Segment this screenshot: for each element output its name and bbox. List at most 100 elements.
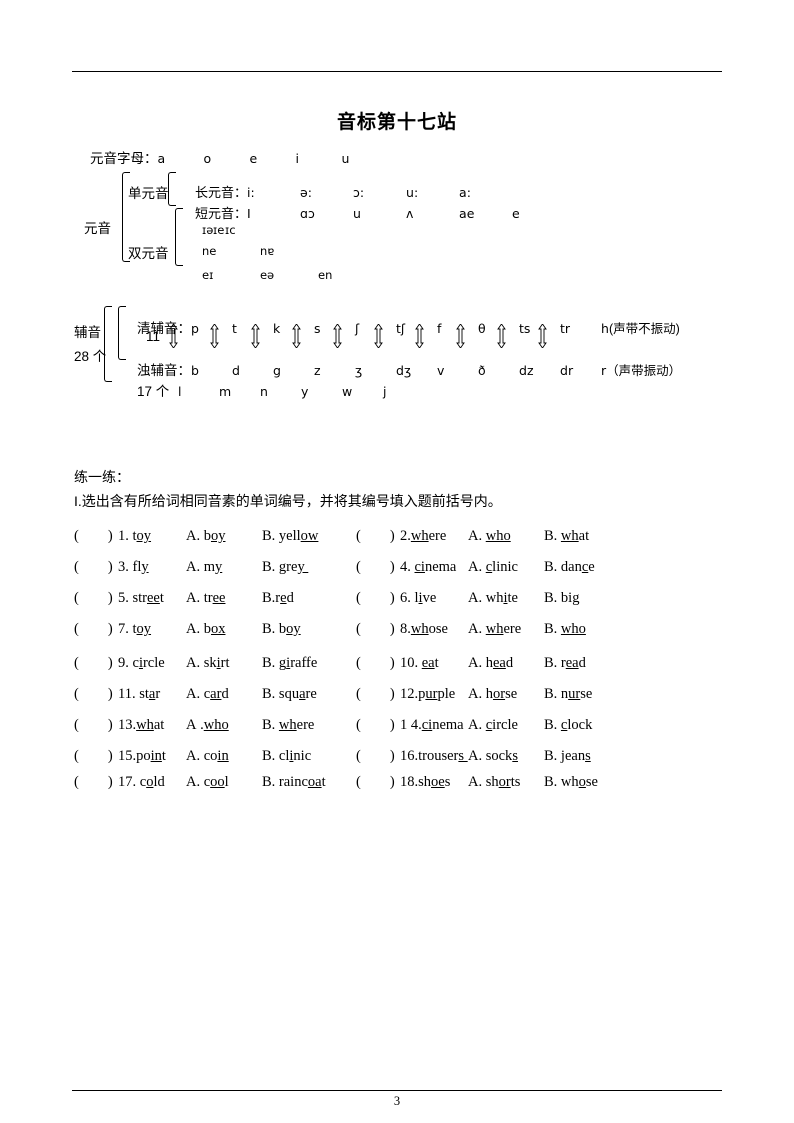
nasal-liquid-4: y [301, 383, 309, 399]
answer-blank[interactable]: ( ) [356, 559, 400, 576]
pair-arrow-6 [374, 324, 383, 348]
option-b[interactable]: B. jeans [544, 748, 591, 765]
option-b[interactable]: B. giraffe [262, 655, 317, 672]
nasal-liquid-row: 17 个 l m n y w j [122, 371, 424, 412]
pair-arrow-10 [538, 324, 547, 348]
diphthong-3-3: uə [317, 269, 333, 283]
voiceless-note: (声带不振动) [608, 321, 680, 336]
option-a[interactable]: A. horse [468, 686, 544, 703]
option-b[interactable]: B. whose [544, 774, 598, 791]
option-a[interactable]: A. coin [186, 748, 262, 765]
option-a[interactable]: A. who [468, 528, 544, 545]
option-b[interactable]: B. big [544, 590, 579, 607]
question-stem: 15.point [118, 748, 166, 764]
option-b[interactable]: B. nurse [544, 686, 592, 703]
option-b[interactable]: B. yellow [262, 528, 318, 545]
option-a[interactable]: A. clinic [468, 559, 544, 576]
answer-blank[interactable]: ( ) [74, 717, 118, 734]
question-item[interactable]: ( ) 6. live A. white B. big [356, 590, 579, 607]
option-a[interactable]: A. card [186, 686, 262, 703]
option-b[interactable]: B. grey [262, 559, 308, 576]
answer-blank[interactable]: ( ) [74, 621, 118, 638]
practice-instruction: I.选出含有所给词相同音素的单词编号，并将其编号填入题前括号内。 [74, 493, 502, 509]
answer-blank[interactable]: ( ) [356, 686, 400, 703]
option-b[interactable]: B. dance [544, 559, 595, 576]
question-item[interactable]: ( ) 17. cold A. cool B. raincoat [74, 774, 326, 791]
option-a[interactable]: A. boy [186, 528, 262, 545]
option-a[interactable]: A. skirt [186, 655, 262, 672]
question-item[interactable]: ( ) 4. cinema A. clinic B. dance [356, 559, 595, 576]
voiceless-extra: h [601, 320, 609, 336]
answer-blank[interactable]: ( ) [356, 655, 400, 672]
question-item[interactable]: ( ) 18.shoes A. shorts B. whose [356, 774, 598, 791]
option-b[interactable]: B. raincoat [262, 774, 326, 791]
diphthong-label: 双元音 [128, 246, 169, 261]
vowel-letters-label: 元音字母： [90, 150, 158, 166]
answer-blank[interactable]: ( ) [356, 748, 400, 765]
option-a[interactable]: A. cool [186, 774, 262, 791]
question-item[interactable]: ( ) 1. toy A. boy B. yellow [74, 528, 318, 545]
nasal-liquid-2: m [219, 383, 232, 399]
question-item[interactable]: ( ) 12.purple A. horse B. nurse [356, 686, 592, 703]
option-a[interactable]: A. tree [186, 590, 262, 607]
voiced-8: ð [478, 362, 486, 378]
question-item[interactable]: ( ) 11. star A. card B. square [74, 686, 317, 703]
voiced-10: dr [560, 362, 574, 378]
option-a[interactable]: A. shorts [468, 774, 544, 791]
vowel-letter-i: i [295, 150, 299, 166]
question-item[interactable]: ( ) 16.trousers A. socks B. jeans [356, 748, 591, 765]
question-stem: 7. toy [118, 621, 152, 637]
nasal-liquid-1: l [178, 383, 182, 399]
question-item[interactable]: ( ) 7. toy A. box B. boy [74, 621, 301, 638]
question-stem: 12.purple [400, 686, 456, 702]
option-a[interactable]: A. white [468, 590, 544, 607]
option-b[interactable]: B. clock [544, 717, 592, 734]
answer-blank[interactable]: ( ) [356, 528, 400, 545]
page-number: 3 [393, 1094, 401, 1108]
option-a[interactable]: A. where [468, 621, 544, 638]
voiced-note: （声带振动） [606, 363, 682, 378]
question-item[interactable]: ( ) 5. street A. tree B.red [74, 590, 294, 607]
option-a[interactable]: A. circle [468, 717, 544, 734]
footer-rule [72, 1090, 722, 1091]
question-item[interactable]: ( ) 8.whose A. where B. who [356, 621, 586, 638]
question-item[interactable]: ( ) 13.what A .who B. where [74, 717, 314, 734]
option-a[interactable]: A. box [186, 621, 262, 638]
option-b[interactable]: B.red [262, 590, 294, 607]
consonant-root-brace [104, 306, 112, 382]
question-stem: 4. cinema [400, 559, 457, 575]
option-b[interactable]: B. clinic [262, 748, 311, 765]
option-b[interactable]: B. who [544, 621, 586, 638]
question-item[interactable]: ( ) 15.point A. coin B. clinic [74, 748, 311, 765]
question-item[interactable]: ( ) 9. circle A. skirt B. giraffe [74, 655, 317, 672]
option-b[interactable]: B. read [544, 655, 586, 672]
option-a[interactable]: A. head [468, 655, 544, 672]
answer-blank[interactable]: ( ) [74, 748, 118, 765]
question-item[interactable]: ( ) 3. fly A. my B. grey [74, 559, 308, 576]
answer-blank[interactable]: ( ) [356, 590, 400, 607]
answer-blank[interactable]: ( ) [74, 590, 118, 607]
answer-blank[interactable]: ( ) [356, 717, 400, 734]
question-item[interactable]: ( ) 1 4.cinema A. circle B. clock [356, 717, 592, 734]
question-item[interactable]: ( ) 2.where A. who B. what [356, 528, 589, 545]
option-a[interactable]: A. socks [468, 748, 544, 765]
answer-blank[interactable]: ( ) [74, 528, 118, 545]
option-b[interactable]: B. square [262, 686, 317, 703]
option-b[interactable]: B. boy [262, 621, 301, 638]
voiced-7: v [437, 362, 445, 378]
answer-blank[interactable]: ( ) [356, 621, 400, 638]
answer-blank[interactable]: ( ) [74, 774, 118, 791]
short-vowel-3: u [353, 205, 361, 221]
short-vowel-row: 短元音：I ɑɔ u ʌ ae e [180, 193, 565, 234]
answer-blank[interactable]: ( ) [356, 774, 400, 791]
answer-blank[interactable]: ( ) [74, 655, 118, 672]
option-a[interactable]: A. my [186, 559, 262, 576]
option-b[interactable]: B. where [262, 717, 314, 734]
short-vowel-2: ɑɔ [300, 205, 315, 221]
option-b[interactable]: B. what [544, 528, 589, 545]
answer-blank[interactable]: ( ) [74, 559, 118, 576]
nasal-liquid-5: w [342, 383, 353, 399]
answer-blank[interactable]: ( ) [74, 686, 118, 703]
option-a[interactable]: A .who [186, 717, 262, 734]
question-item[interactable]: ( ) 10. eat A. head B. read [356, 655, 586, 672]
